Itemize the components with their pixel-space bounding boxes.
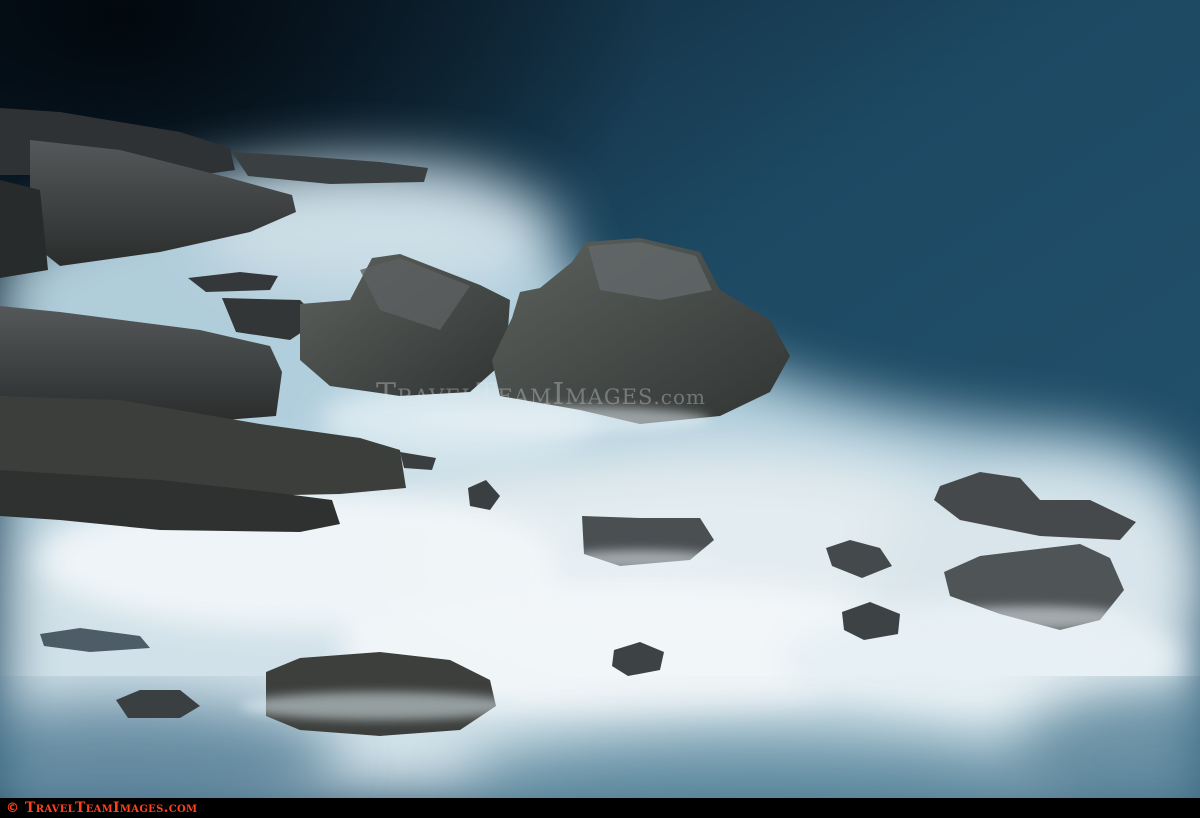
footer-bar: © TravelTeamImages.com [0,798,1200,818]
watermark: TravelTeamImages.com [376,377,836,412]
footer-site-link[interactable]: TravelTeamImages.com [25,801,197,815]
watermark-brand: TravelTeamImages [376,377,654,412]
photo: TravelTeamImages.com [0,0,1200,798]
watermark-domain: .com [653,385,706,409]
copyright-icon: © [6,800,19,816]
